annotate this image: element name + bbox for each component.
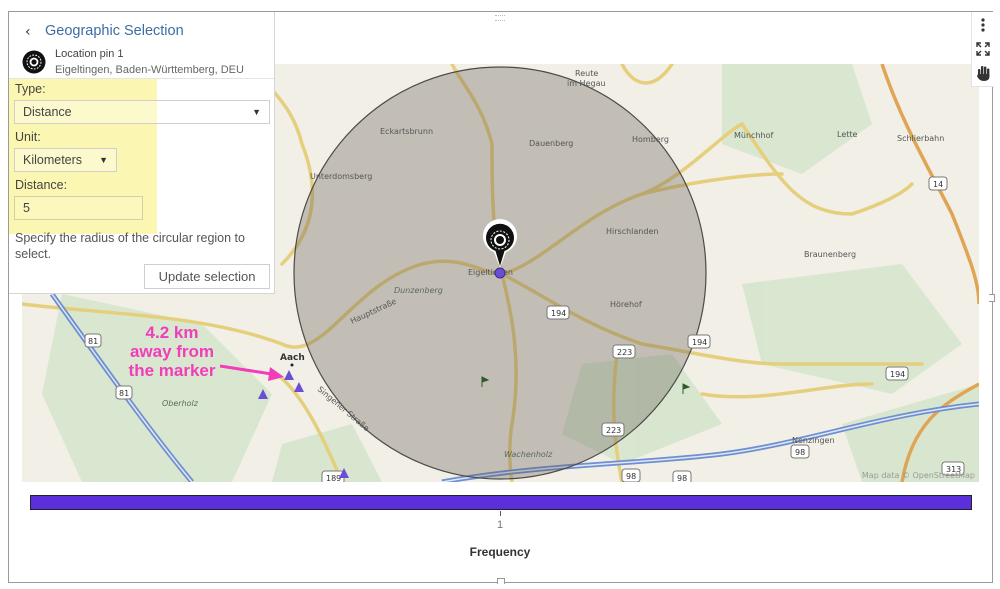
pan-hand-icon	[977, 66, 990, 81]
resize-handle-right[interactable]	[989, 294, 995, 302]
map-label-schlierbahn: Schlierbahn	[897, 134, 944, 143]
pan-button[interactable]	[972, 62, 994, 84]
map-label-dunzenberg: Dunzenberg	[394, 286, 443, 295]
map-label-munchhof: Münchhof	[734, 131, 773, 140]
svg-text:14: 14	[933, 180, 943, 189]
map-attribution: Map data © OpenStreetMap	[861, 471, 975, 480]
unit-select-value: Kilometers	[23, 153, 83, 167]
frequency-bar[interactable]	[30, 495, 972, 510]
annotation-line-2: away from	[129, 342, 215, 361]
resize-handle-bottom[interactable]	[497, 578, 505, 584]
geographic-selection-panel: ‹ Geographic Selection Location pin 1 Ei…	[9, 12, 275, 294]
svg-text:194: 194	[890, 370, 905, 379]
frequency-chart	[30, 495, 972, 511]
map-label-lette: Lette	[837, 130, 858, 139]
map-label-wachenholz: Wachenholz	[504, 450, 553, 459]
map-label-dauenberg: Dauenberg	[529, 139, 573, 148]
map-label-unterdomsberg: Unterdomsberg	[310, 172, 372, 181]
drag-handle[interactable]	[495, 15, 505, 21]
svg-text:98: 98	[677, 474, 687, 482]
svg-text:81: 81	[88, 337, 98, 346]
panel-title: Geographic Selection	[45, 23, 184, 39]
map-label-homberg: Homberg	[632, 135, 669, 144]
unit-select[interactable]: Kilometers ▼	[14, 148, 117, 172]
type-label: Type:	[15, 82, 46, 96]
map-label-hirschlanden: Hirschlanden	[606, 227, 658, 236]
map-label-eckartsbrunn: Eckartsbrunn	[380, 127, 433, 136]
svg-text:223: 223	[606, 426, 621, 435]
help-text: Specify the radius of the circular regio…	[15, 231, 245, 261]
data-point[interactable]	[284, 370, 294, 380]
unit-label: Unit:	[15, 130, 41, 144]
svg-text:189: 189	[326, 474, 341, 482]
type-select[interactable]: Distance ▼	[14, 100, 270, 124]
back-button[interactable]: ‹	[25, 24, 31, 40]
maximize-button[interactable]	[972, 38, 994, 60]
map-label-eigeltingen: Eigeltingen	[468, 268, 513, 277]
map-label-im-hegau: im Hegau	[567, 79, 606, 88]
svg-text:81: 81	[119, 389, 129, 398]
maximize-icon	[976, 42, 990, 56]
distance-input[interactable]: 5	[14, 196, 143, 220]
annotation-line-1: 4.2 km	[145, 323, 199, 342]
location-pin-badge-icon	[22, 50, 46, 74]
more-options-button[interactable]	[972, 14, 994, 36]
annotation-line-3: the marker	[128, 361, 216, 380]
map-label-horehof: Hörehof	[610, 300, 642, 309]
map-label-oberholz: Oberholz	[162, 399, 199, 408]
x-axis-title: Frequency	[469, 545, 531, 559]
data-point[interactable]	[294, 382, 304, 392]
location-address: Eigeltingen, Baden-Württemberg, DEU	[55, 64, 244, 76]
distance-annotation: 4.2 km away from the marker	[112, 323, 232, 380]
location-name: Location pin 1	[55, 48, 124, 60]
center-point	[494, 267, 506, 279]
map-toolbar	[971, 12, 994, 87]
more-vertical-icon	[981, 18, 985, 32]
svg-text:194: 194	[551, 309, 566, 318]
svg-text:194: 194	[692, 338, 707, 347]
svg-text:98: 98	[795, 448, 805, 457]
map-label-reute: Reute	[575, 69, 598, 78]
chevron-left-icon: ‹	[25, 24, 31, 40]
caret-down-icon: ▼	[252, 107, 261, 117]
svg-text:98: 98	[626, 472, 636, 481]
x-axis-tick-label: 1	[496, 519, 504, 531]
type-select-value: Distance	[23, 105, 72, 119]
x-axis-tick	[500, 511, 501, 516]
map-label-braunenberg: Braunenberg	[804, 250, 856, 259]
svg-text:223: 223	[617, 348, 632, 357]
panel-header: ‹ Geographic Selection	[9, 22, 274, 44]
map-label-aach: Aach	[280, 353, 305, 363]
distance-label: Distance:	[15, 178, 68, 192]
caret-down-icon: ▼	[99, 155, 108, 165]
update-selection-button[interactable]: Update selection	[144, 264, 270, 289]
aach-dot	[290, 363, 294, 367]
map-label-nenzingen: Nenzingen	[792, 436, 835, 445]
